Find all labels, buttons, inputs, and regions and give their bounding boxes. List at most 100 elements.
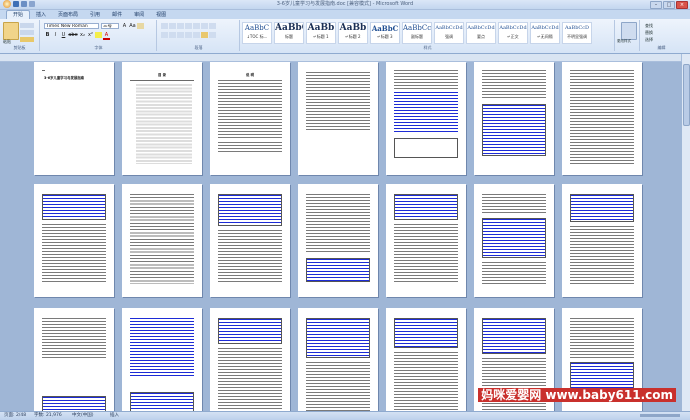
style-subtle-emphasis[interactable]: AaBbCcD 不明显强调 [562, 22, 592, 44]
style-title[interactable]: AaBbC标题 [274, 22, 304, 44]
cut-icon[interactable] [20, 23, 34, 28]
page-3[interactable]: 说 明 [210, 62, 290, 175]
font-name-combo[interactable]: Times New Roman [44, 23, 99, 29]
grow-font-icon[interactable]: A [121, 23, 128, 29]
font-color-button[interactable]: A [103, 32, 110, 40]
scroll-thumb[interactable] [683, 64, 690, 126]
align-left-icon[interactable] [161, 32, 168, 38]
copy-icon[interactable] [20, 30, 34, 35]
bullets-icon[interactable] [161, 23, 168, 29]
italic-button[interactable]: I [52, 32, 59, 38]
change-styles-button[interactable]: 更改样式 [617, 39, 631, 44]
line-spacing-icon[interactable] [193, 32, 200, 38]
page-text [306, 362, 370, 411]
minimize-button[interactable]: – [650, 1, 662, 9]
page-17[interactable] [210, 308, 290, 411]
page-1[interactable]: 3-6岁儿童学习与发展指南 [34, 62, 114, 175]
ribbon: 粘贴 剪贴板 Times New Roman 三号 A Aa B I U abe… [0, 19, 690, 54]
style-toc[interactable]: AaBbC ↓TOC 标... [242, 22, 272, 44]
select-button[interactable]: 选择 [645, 37, 653, 42]
align-center-icon[interactable] [169, 32, 176, 38]
decrease-indent-icon[interactable] [185, 23, 192, 29]
horizontal-ruler[interactable] [0, 54, 690, 62]
tab-references[interactable]: 引用 [84, 11, 106, 19]
increase-indent-icon[interactable] [193, 23, 200, 29]
multilevel-list-icon[interactable] [177, 23, 184, 29]
tab-home[interactable]: 开始 [6, 10, 31, 19]
strikethrough-button[interactable]: abe [68, 32, 78, 38]
style-heading-2[interactable]: AaBb ↵标题 2 [338, 22, 368, 44]
paste-icon[interactable] [3, 22, 19, 40]
toc-list [136, 84, 192, 164]
borders-icon[interactable] [209, 32, 216, 38]
shading-icon[interactable] [201, 32, 208, 38]
subscript-button[interactable]: x₂ [79, 32, 86, 38]
numbering-icon[interactable] [169, 23, 176, 29]
page-2[interactable]: 目 录 [122, 62, 202, 175]
clear-format-icon[interactable]: Aa [129, 23, 136, 29]
font-size-combo[interactable]: 三号 [101, 23, 119, 29]
replace-button[interactable]: 替换 [645, 30, 653, 35]
tab-page-layout[interactable]: 页面布局 [52, 11, 84, 19]
style-heading-1[interactable]: AaBb ↵标题 1 [306, 22, 336, 44]
page-text [306, 72, 370, 130]
format-painter-icon[interactable] [20, 37, 34, 42]
tab-view[interactable]: 视图 [150, 11, 172, 19]
page-18[interactable] [298, 308, 378, 411]
document-area[interactable]: 3-6岁儿童学习与发展指南 目 录 说 明 妈咪爱婴网 www.baby611.… [0, 62, 682, 411]
page-15[interactable] [34, 308, 114, 411]
page-text [482, 194, 546, 214]
style-preview: AaBbCcDd [531, 25, 559, 31]
page-8[interactable] [34, 184, 114, 297]
vertical-scrollbar[interactable] [681, 54, 690, 411]
page-table [306, 318, 370, 358]
justify-icon[interactable] [185, 32, 192, 38]
title-bar: 3-6岁儿童学习与发展指南.doc [兼容模式] - Microsoft Wor… [0, 0, 690, 10]
format-buttons: B I U abe x₂ x² A [44, 32, 110, 40]
page-7[interactable] [562, 62, 642, 175]
underline-button[interactable]: U [60, 32, 67, 38]
page-19[interactable] [386, 308, 466, 411]
style-normal[interactable]: AaBbCcDd ↵正文 [498, 22, 528, 44]
maximize-button[interactable]: □ [663, 1, 675, 9]
cover-title: 3-6岁儿童学习与发展指南 [44, 76, 85, 80]
superscript-button[interactable]: x² [87, 32, 94, 38]
style-name: 标题 [285, 34, 293, 39]
style-preview: AaBbC [244, 24, 270, 32]
clipboard-group: 粘贴 剪贴板 [0, 20, 40, 51]
change-styles-icon[interactable] [621, 22, 637, 40]
paste-button[interactable]: 粘贴 [3, 39, 11, 44]
page-table [482, 318, 546, 354]
page-9[interactable] [122, 184, 202, 297]
zoom-slider[interactable] [640, 414, 680, 417]
site-watermark: 妈咪爱婴网 www.baby611.com [478, 388, 676, 402]
style-strong[interactable]: AaBbCcDd 要点 [466, 22, 496, 44]
tab-mailings[interactable]: 邮件 [106, 11, 128, 19]
style-emphasis[interactable]: AaBbCcDd 强调 [434, 22, 464, 44]
style-heading-3[interactable]: AaBbC ↵标题 3 [370, 22, 400, 44]
page-13[interactable] [474, 184, 554, 297]
style-subtitle[interactable]: AaBbCcD 副标题 [402, 22, 432, 44]
page-table [218, 194, 282, 226]
page-14[interactable] [562, 184, 642, 297]
page-5[interactable] [386, 62, 466, 175]
page-6[interactable] [474, 62, 554, 175]
page-4[interactable] [298, 62, 378, 175]
page-text [570, 70, 634, 164]
tab-insert[interactable]: 插入 [30, 11, 52, 19]
page-text [218, 230, 282, 282]
align-right-icon[interactable] [177, 32, 184, 38]
style-no-spacing[interactable]: AaBbCcDd ↵无间隔 [530, 22, 560, 44]
page-11[interactable] [298, 184, 378, 297]
page-16[interactable] [122, 308, 202, 411]
page-12[interactable] [386, 184, 466, 297]
bold-button[interactable]: B [44, 32, 51, 38]
close-button[interactable]: × [676, 1, 688, 9]
change-case-icon[interactable] [137, 23, 144, 29]
find-button[interactable]: 查找 [645, 23, 653, 28]
highlight-icon[interactable] [95, 32, 102, 38]
page-10[interactable] [210, 184, 290, 297]
tab-review[interactable]: 审阅 [128, 11, 150, 19]
show-marks-icon[interactable] [209, 23, 216, 29]
sort-icon[interactable] [201, 23, 208, 29]
